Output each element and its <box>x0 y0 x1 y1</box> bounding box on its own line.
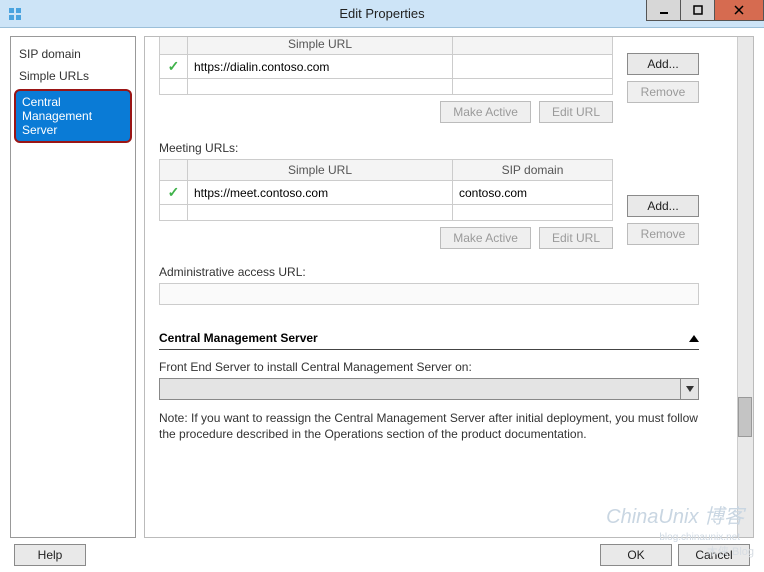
sidebar-item-sip-domain[interactable]: SIP domain <box>11 43 135 65</box>
check-icon: ✓ <box>168 58 180 74</box>
make-active-meeting-button: Make Active <box>440 227 531 249</box>
sidebar-item-cms[interactable]: Central Management Server <box>14 89 132 143</box>
dialin-url-table: Simple URL ✓ https://dialin.contoso.com <box>159 37 613 95</box>
table-header-simple-url: Simple URL <box>188 37 453 55</box>
cms-section-header: Central Management Server <box>159 331 318 345</box>
dialin-url-cell: https://dialin.contoso.com <box>188 55 453 79</box>
meeting-urls-label: Meeting URLs: <box>159 141 733 155</box>
chevron-down-icon <box>680 379 698 399</box>
table-header-blank <box>453 37 613 55</box>
help-button[interactable]: Help <box>14 544 86 566</box>
remove-dialin-button: Remove <box>627 81 699 103</box>
table-header-simple-url: Simple URL <box>188 160 453 181</box>
cms-note-text: Note: If you want to reassign the Centra… <box>159 410 699 442</box>
add-meeting-button[interactable]: Add... <box>627 195 699 217</box>
meeting-url-table: Simple URL SIP domain ✓ https://meet.con… <box>159 159 613 221</box>
window-controls <box>646 0 764 21</box>
table-header-active <box>160 160 188 181</box>
sidebar-item-simple-urls[interactable]: Simple URLs <box>11 65 135 87</box>
ok-button[interactable]: OK <box>600 544 672 566</box>
maximize-button[interactable] <box>680 0 714 21</box>
meeting-sip-cell: contoso.com <box>453 181 613 205</box>
check-icon: ✓ <box>168 184 180 200</box>
table-header-sip-domain: SIP domain <box>453 160 613 181</box>
window-title: Edit Properties <box>339 6 424 21</box>
edit-url-meeting-button: Edit URL <box>539 227 613 249</box>
cancel-button[interactable]: Cancel <box>678 544 750 566</box>
edit-url-dialin-button: Edit URL <box>539 101 613 123</box>
close-button[interactable] <box>714 0 764 21</box>
table-header-active <box>160 37 188 55</box>
add-dialin-button[interactable]: Add... <box>627 53 699 75</box>
scrollbar-track[interactable] <box>737 37 753 537</box>
minimize-button[interactable] <box>646 0 680 21</box>
app-icon <box>6 5 24 23</box>
table-row[interactable]: ✓ https://meet.contoso.com contoso.com <box>160 181 613 205</box>
window-titlebar: Edit Properties <box>0 0 764 28</box>
make-active-dialin-button: Make Active <box>440 101 531 123</box>
meeting-url-cell: https://meet.contoso.com <box>188 181 453 205</box>
table-row[interactable]: ✓ https://dialin.contoso.com <box>160 55 613 79</box>
scrollbar-thumb[interactable] <box>738 397 752 437</box>
admin-url-label: Administrative access URL: <box>159 265 733 279</box>
collapse-icon[interactable] <box>689 335 699 342</box>
remove-meeting-button: Remove <box>627 223 699 245</box>
cms-server-dropdown[interactable] <box>159 378 699 400</box>
table-row[interactable] <box>160 205 613 221</box>
dialog-footer: Help OK Cancel <box>0 538 764 572</box>
table-row[interactable] <box>160 79 613 95</box>
category-sidebar: SIP domain Simple URLs Central Managemen… <box>10 36 136 538</box>
admin-url-input[interactable] <box>159 283 699 305</box>
main-panel: Simple URL ✓ https://dialin.contoso.com … <box>144 36 754 538</box>
cms-field-label: Front End Server to install Central Mana… <box>159 360 733 374</box>
